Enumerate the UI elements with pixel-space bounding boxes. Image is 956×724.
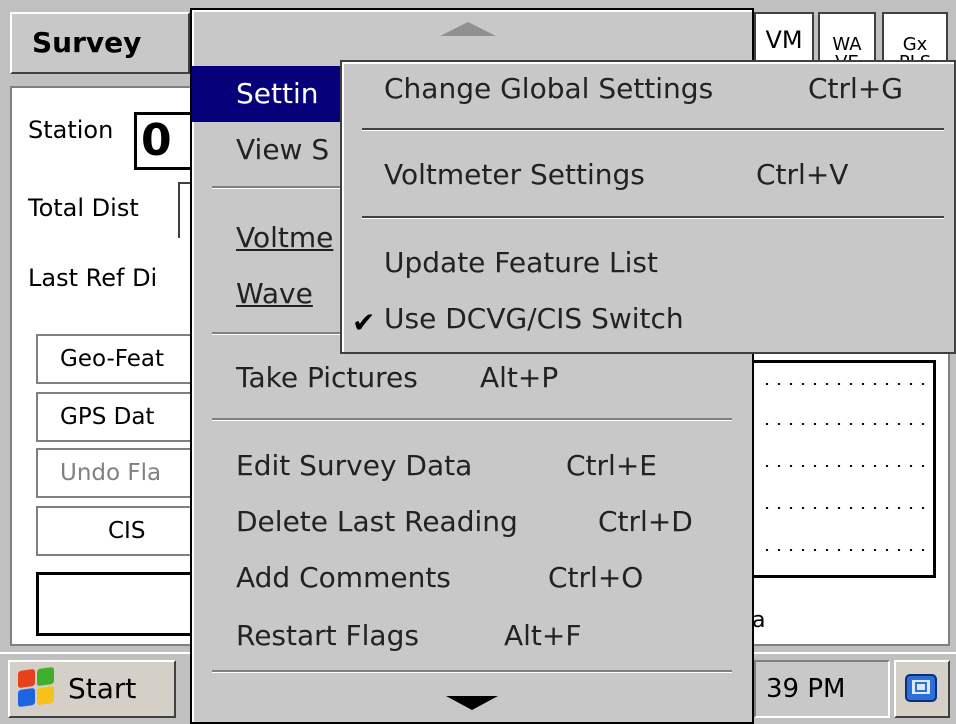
undo-flag-button: Undo Fla [36, 448, 196, 498]
station-value: 0 [141, 115, 172, 166]
clock-time: 39 PM [766, 674, 846, 704]
submenu-item-label: Change Global Settings [384, 72, 714, 105]
desktop-shortcut-icon [905, 674, 937, 702]
submenu-item-voltmeter-settings[interactable]: Voltmeter Settings Ctrl+V [384, 158, 848, 191]
submenu-item-label: Use DCVG/CIS Switch [384, 302, 684, 335]
station-field[interactable]: 0 [134, 112, 194, 170]
menu-item-take-pictures[interactable]: Take Pictures Alt+P [192, 350, 752, 406]
gps-data-button[interactable]: GPS Dat [36, 392, 196, 442]
start-label: Start [68, 672, 137, 705]
reading-grid [750, 360, 936, 578]
menu-separator [212, 670, 732, 673]
grid-dotted-line [761, 465, 931, 467]
menu-item-label: Restart Flags [236, 619, 419, 652]
submenu-item-shortcut: Ctrl+V [756, 158, 849, 191]
wave-toolbar-button[interactable]: WA VE [818, 12, 876, 72]
menu-item-edit-survey-data[interactable]: Edit Survey Data Ctrl+E [192, 438, 752, 494]
gps-data-label: GPS Dat [60, 404, 155, 430]
menu-item-label: Edit Survey Data [236, 449, 473, 482]
menu-item-delete-last-reading[interactable]: Delete Last Reading Ctrl+D [192, 494, 752, 550]
grid-dotted-line [761, 383, 931, 385]
submenu-item-shortcut: Ctrl+G [808, 72, 903, 105]
desktop-icon[interactable] [894, 660, 950, 718]
menu-item-label: Add Comments [236, 561, 451, 594]
empty-input-box[interactable] [36, 572, 196, 636]
menu-item-settings[interactable]: Settin [192, 66, 352, 122]
menu-item-shortcut: Ctrl+E [566, 449, 657, 482]
checkmark-icon: ✔ [352, 306, 376, 339]
submenu-item-label: Voltmeter Settings [384, 158, 645, 191]
menu-item-restart-flags[interactable]: Restart Flags Alt+F [192, 608, 752, 664]
grid-dotted-line [761, 507, 931, 509]
menu-item-shortcut: Alt+P [480, 361, 559, 394]
cis-button[interactable]: CIS [36, 506, 196, 556]
submenu-item-use-dcvg-cis-switch[interactable]: Use DCVG/CIS Switch [384, 302, 684, 335]
grid-dotted-line [761, 423, 931, 425]
submenu-separator [362, 216, 944, 219]
total-dist-label: Total Dist [28, 194, 139, 222]
last-ref-dist-label: Last Ref Di [28, 264, 158, 292]
windows-flag-icon [16, 666, 56, 708]
menu-item-label: Settin [236, 77, 319, 110]
cis-label: CIS [108, 518, 146, 544]
scroll-down-arrow-icon[interactable] [446, 696, 498, 710]
menu-item-label: Voltme [236, 221, 334, 254]
submenu-item-change-global-settings[interactable]: Change Global Settings Ctrl+G [384, 72, 903, 105]
menu-item-label: Wave [236, 277, 313, 310]
scroll-up-arrow-icon[interactable] [440, 22, 496, 36]
geo-feature-button[interactable]: Geo-Feat [36, 334, 196, 384]
menu-item-label: Delete Last Reading [236, 505, 518, 538]
partial-label: a [752, 608, 766, 633]
submenu-item-label: Update Feature List [384, 246, 658, 279]
clock[interactable]: 39 PM [754, 660, 890, 718]
menu-item-label: View S [236, 133, 330, 166]
station-label: Station [28, 116, 114, 144]
vm-button-label: VM [765, 26, 803, 54]
grid-dotted-line [761, 549, 931, 551]
gx-pls-toolbar-button[interactable]: Gx PLS [882, 12, 948, 72]
menu-item-shortcut: Ctrl+D [598, 505, 693, 538]
menu-item-shortcut: Alt+F [504, 619, 582, 652]
survey-tab-label: Survey [32, 26, 142, 59]
menu-item-shortcut: Ctrl+O [548, 561, 644, 594]
submenu-separator [362, 128, 944, 131]
vm-toolbar-button[interactable]: VM [754, 12, 814, 62]
menu-item-add-comments[interactable]: Add Comments Ctrl+O [192, 550, 752, 606]
geo-feature-label: Geo-Feat [60, 346, 165, 372]
survey-menu-tab[interactable]: Survey [10, 12, 190, 74]
submenu-item-update-feature-list[interactable]: Update Feature List [384, 246, 658, 279]
undo-flag-label: Undo Fla [60, 460, 162, 486]
menu-separator [212, 418, 732, 421]
menu-item-label: Take Pictures [236, 361, 418, 394]
